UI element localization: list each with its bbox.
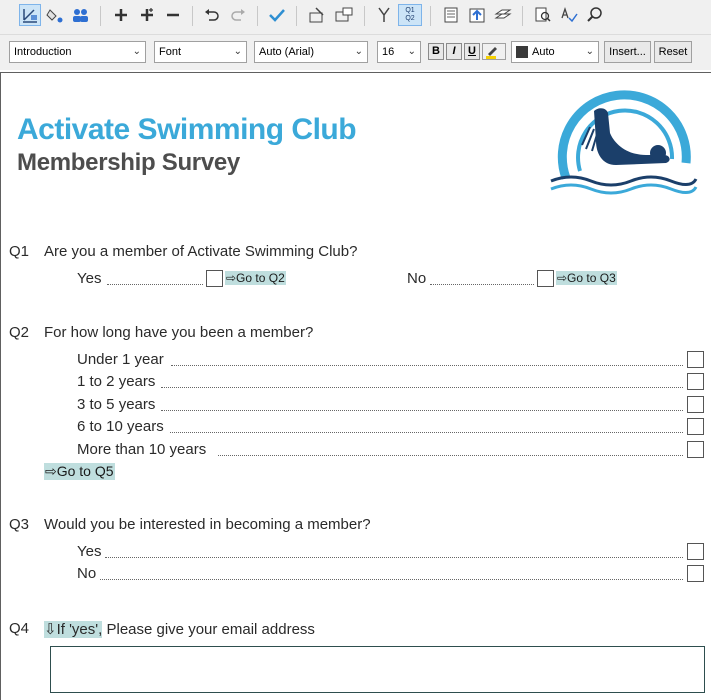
q2-option-checkbox[interactable] [687, 396, 704, 413]
font-size-value: 16 [382, 46, 395, 58]
undo-icon[interactable] [201, 4, 223, 26]
layers-icon[interactable] [492, 4, 514, 26]
style-dropdown[interactable]: Introduction ⌄ [9, 41, 146, 63]
add-multiple-icon[interactable] [136, 4, 158, 26]
format-toolbar: Introduction ⌄ Font ⌄ Auto (Arial) ⌄ 16 … [0, 35, 711, 70]
survey-title[interactable]: Activate Swimming Club [17, 113, 357, 147]
q2-option-checkbox[interactable] [687, 441, 704, 458]
italic-button[interactable]: I [446, 43, 462, 60]
q2-option-checkbox[interactable] [687, 373, 704, 390]
page-icon[interactable] [440, 4, 462, 26]
swimming-club-logo [546, 83, 701, 198]
q1-no-goto[interactable]: ⇨Go to Q3 [556, 271, 617, 285]
q3-option-checkbox[interactable] [687, 543, 704, 560]
q1-yes-goto[interactable]: ⇨Go to Q2 [225, 271, 286, 285]
q2-option-checkbox[interactable] [687, 351, 704, 368]
q2-option-label: Under 1 year [77, 351, 164, 368]
remove-icon[interactable] [162, 4, 184, 26]
reset-button[interactable]: Reset [654, 41, 692, 63]
q3-text[interactable]: Would you be interested in becoming a me… [44, 516, 371, 533]
design-mode-icon[interactable] [19, 4, 41, 26]
q2-option-checkbox[interactable] [687, 418, 704, 435]
chevron-down-icon: ⌄ [354, 46, 363, 57]
q1-text[interactable]: Are you a member of Activate Swimming Cl… [44, 243, 357, 260]
color-value: Auto [532, 46, 555, 58]
main-toolbar: Q1 Q2 [0, 0, 711, 35]
q3-option-label: Yes [77, 543, 102, 560]
font-size-dropdown[interactable]: 16 ⌄ [377, 41, 421, 63]
q1q2-icon[interactable]: Q1 Q2 [398, 4, 422, 26]
email-field[interactable] [50, 646, 705, 693]
insert-button[interactable]: Insert... [604, 41, 651, 63]
q1-yes-checkbox[interactable] [206, 270, 223, 287]
upload-icon[interactable] [466, 4, 488, 26]
style-dropdown-value: Introduction [14, 46, 72, 58]
add-icon[interactable] [110, 4, 132, 26]
q4-number: Q4 [9, 620, 30, 637]
q2-option-label: 1 to 2 years [77, 373, 156, 390]
underline-button[interactable]: U [464, 43, 480, 60]
q3-option-checkbox[interactable] [687, 565, 704, 582]
font-dropdown[interactable]: Font ⌄ [154, 41, 247, 63]
users-icon[interactable] [69, 4, 91, 26]
color-dropdown[interactable]: Auto ⌄ [511, 41, 599, 63]
highlight-icon[interactable] [482, 43, 506, 60]
chevron-down-icon: ⌄ [407, 46, 416, 57]
rename-icon[interactable] [333, 4, 355, 26]
chevron-down-icon: ⌄ [132, 46, 141, 57]
q4-text-line[interactable]: ⇩If 'yes', Please give your email addres… [44, 620, 315, 638]
q1q2-bottom-label: Q2 [405, 15, 415, 22]
color-swatch [516, 46, 528, 59]
document-canvas: Activate Swimming Club Membership Survey… [0, 72, 711, 700]
find-page-icon[interactable] [532, 4, 554, 26]
redo-icon[interactable] [227, 4, 249, 26]
q2-goto[interactable]: ⇨Go to Q5 [44, 463, 115, 480]
q4-text: Please give your email address [102, 621, 315, 638]
q4-condition[interactable]: ⇩If 'yes', [44, 621, 103, 638]
bold-button[interactable]: B [428, 43, 444, 60]
spell-check-icon[interactable] [558, 4, 580, 26]
q2-option-label: More than 10 years [77, 441, 207, 458]
q2-option-label: 6 to 10 years [77, 418, 164, 435]
font-dropdown-value: Font [159, 46, 182, 58]
q3-number: Q3 [9, 516, 30, 533]
q2-text[interactable]: For how long have you been a member? [44, 324, 313, 341]
q1-no-checkbox[interactable] [537, 270, 554, 287]
q3-option-label: No [77, 565, 97, 582]
q1q2-top-label: Q1 [405, 7, 415, 14]
font-face-value: Auto (Arial) [259, 46, 315, 58]
search-icon[interactable] [584, 4, 606, 26]
survey-subtitle[interactable]: Membership Survey [17, 149, 240, 177]
check-icon[interactable] [266, 4, 288, 26]
q2-option-label: 3 to 5 years [77, 396, 156, 413]
branch-icon[interactable] [373, 4, 395, 26]
chevron-down-icon: ⌄ [585, 46, 594, 57]
q1-yes-label: Yes [77, 270, 102, 287]
properties-icon[interactable] [306, 4, 328, 26]
fill-icon[interactable] [44, 4, 66, 26]
font-face-dropdown[interactable]: Auto (Arial) ⌄ [254, 41, 368, 63]
chevron-down-icon: ⌄ [233, 46, 242, 57]
q2-number: Q2 [9, 324, 30, 341]
q1-number: Q1 [9, 243, 30, 260]
q1-no-label: No [407, 270, 427, 287]
